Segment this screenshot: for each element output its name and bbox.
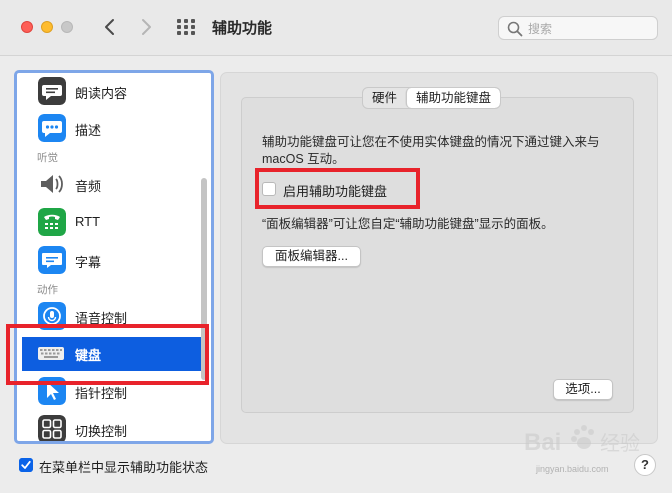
title-bar: 辅助功能 xyxy=(0,0,672,56)
sidebar-item-rtt[interactable]: RTT xyxy=(22,206,201,240)
forward-arrow-icon[interactable] xyxy=(138,16,154,38)
svg-text:经验: 经验 xyxy=(600,431,640,455)
panel-editor-description: “面板编辑器”可让您自定“辅助功能键盘”显示的面板。 xyxy=(262,217,554,231)
comment-dots-icon xyxy=(38,114,66,142)
search-field[interactable] xyxy=(498,16,658,40)
svg-text:Bai: Bai xyxy=(524,429,561,456)
tab-accessibility-keyboard[interactable]: 辅助功能键盘 xyxy=(406,88,501,108)
zoom-window-button[interactable] xyxy=(61,21,73,33)
tab-bar: 硬件 辅助功能键盘 xyxy=(362,87,502,109)
sidebar-item-label: 音频 xyxy=(75,179,102,194)
section-header-motor: 动作 xyxy=(37,284,58,296)
speech-bubble-icon xyxy=(38,77,66,105)
show-in-menubar-checkbox[interactable] xyxy=(19,458,33,472)
sidebar-item-switch-control[interactable]: 切换控制 xyxy=(22,413,201,441)
switch-control-icon xyxy=(38,415,66,441)
back-arrow-icon[interactable] xyxy=(102,16,118,38)
search-icon xyxy=(507,21,523,37)
highlight-box-checkbox xyxy=(255,168,420,209)
close-window-button[interactable] xyxy=(21,21,33,33)
sidebar-item-label: 字幕 xyxy=(75,255,102,270)
window-title: 辅助功能 xyxy=(212,20,273,37)
sidebar-item-label: RTT xyxy=(75,214,101,229)
sidebar-item-descriptions[interactable]: 描述 xyxy=(22,112,201,146)
sidebar-item-label: 描述 xyxy=(75,123,102,138)
sidebar-item-audio[interactable]: 音频 xyxy=(22,168,201,202)
phone-keyboard-icon xyxy=(38,208,66,236)
accessibility-keyboard-description: 辅助功能键盘可让您在不使用实体键盘的情况下通过键入来与 macOS 互动。 xyxy=(262,135,600,166)
sidebar-item-label: 切换控制 xyxy=(75,424,128,439)
highlight-box-keyboard xyxy=(6,324,209,385)
show-in-menubar-label: 在菜单栏中显示辅助功能状态 xyxy=(39,460,209,475)
system-preferences-window: 辅助功能 朗读内容 描述 听觉 xyxy=(0,0,672,493)
sidebar: 朗读内容 描述 听觉 音频 RTT 字幕 动作 语音控制 键盘 指针控制 切换控… xyxy=(14,70,214,444)
options-button[interactable]: 选项... xyxy=(553,379,613,400)
show-all-grid-icon[interactable] xyxy=(177,19,195,35)
minimize-window-button[interactable] xyxy=(41,21,53,33)
sidebar-item-captions[interactable]: 字幕 xyxy=(22,244,201,278)
tab-hardware[interactable]: 硬件 xyxy=(363,88,406,108)
sidebar-item-label: 朗读内容 xyxy=(75,86,128,101)
speaker-icon xyxy=(41,175,63,193)
section-header-hearing: 听觉 xyxy=(37,152,58,164)
search-input[interactable] xyxy=(526,19,656,39)
sidebar-item-label: 指针控制 xyxy=(75,386,128,401)
sidebar-item-spoken-content[interactable]: 朗读内容 xyxy=(22,75,201,109)
watermark-url: jingyan.baidu.com xyxy=(536,464,609,474)
caption-icon xyxy=(38,246,66,274)
panel-editor-button[interactable]: 面板编辑器... xyxy=(262,246,361,267)
